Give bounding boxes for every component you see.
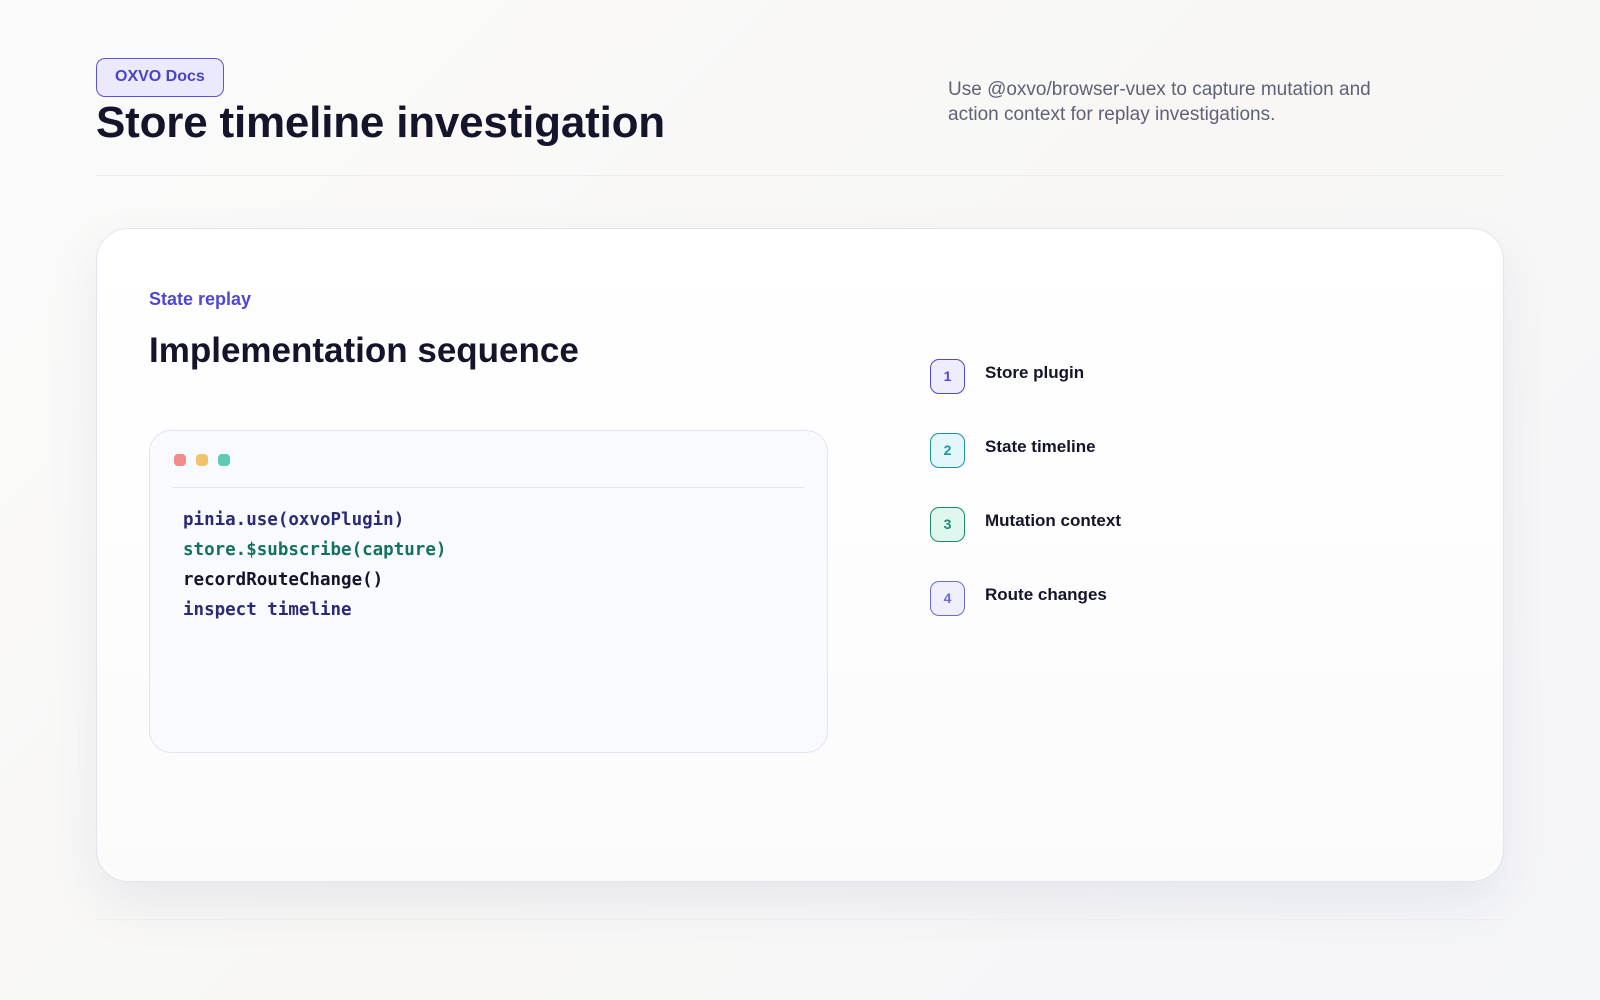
implementation-card: State replay Implementation sequence pin… xyxy=(96,228,1504,882)
code-line: store.$subscribe(capture) xyxy=(183,540,447,560)
minimize-dot-icon xyxy=(196,454,208,466)
code-line: inspect timeline xyxy=(183,600,352,620)
close-dot-icon xyxy=(174,454,186,466)
step-label: Mutation context xyxy=(985,511,1121,530)
step-number-badge: 3 xyxy=(930,507,965,542)
code-window: pinia.use(oxvoPlugin) store.$subscribe(c… xyxy=(149,430,828,753)
step-item: 4 Route changes xyxy=(930,581,1330,621)
code-line: recordRouteChange() xyxy=(183,570,384,590)
step-label: Store plugin xyxy=(985,363,1085,382)
docs-badge: OXVO Docs xyxy=(96,58,224,97)
code-line: pinia.use(oxvoPlugin) xyxy=(183,510,405,530)
step-item: 3 Mutation context xyxy=(930,507,1330,547)
section-title: Implementation sequence xyxy=(149,331,579,370)
step-label: State timeline xyxy=(985,437,1096,456)
page: OXVO Docs Store timeline investigation U… xyxy=(0,0,1600,1000)
step-number-badge: 1 xyxy=(930,359,965,394)
step-item: 2 State timeline xyxy=(930,433,1330,473)
step-label: Route changes xyxy=(985,585,1107,604)
page-description: Use @oxvo/browser-vuex to capture mutati… xyxy=(948,79,1371,125)
header-divider xyxy=(96,175,1504,176)
window-controls xyxy=(174,454,230,466)
step-number-badge: 4 xyxy=(930,581,965,616)
step-number-badge: 2 xyxy=(930,433,965,468)
maximize-dot-icon xyxy=(218,454,230,466)
code-block: pinia.use(oxvoPlugin) store.$subscribe(c… xyxy=(183,505,446,625)
step-item: 1 Store plugin xyxy=(930,359,1330,399)
page-title: Store timeline investigation xyxy=(96,98,665,147)
footer-divider xyxy=(96,919,1504,920)
code-divider xyxy=(172,487,805,488)
section-eyebrow: State replay xyxy=(149,289,252,309)
